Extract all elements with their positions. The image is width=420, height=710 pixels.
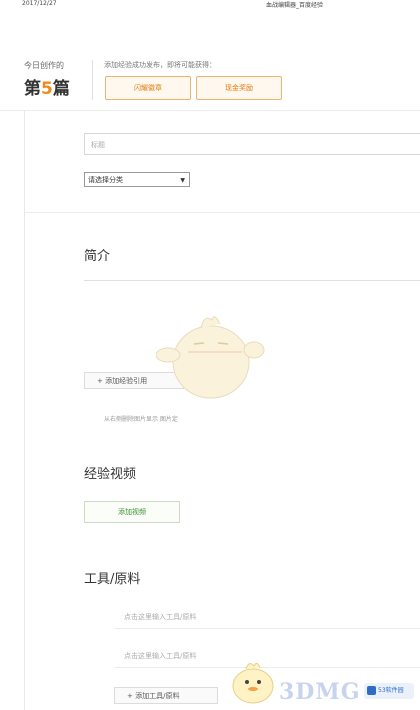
title-input[interactable]: 标题 [84, 133, 420, 155]
reward-cash-button[interactable]: 现金奖励 [196, 76, 282, 100]
category-selected: 请选择分类 [88, 176, 123, 184]
count-number: 5 [41, 79, 53, 99]
reward-badge-button[interactable]: 闪耀徽章 [105, 76, 191, 100]
tool-input-1[interactable]: 点击这里输入工具/原料 [114, 605, 420, 629]
reward-tip: 添加经验成功发布，即将可能获得： [104, 61, 216, 69]
intro-editor-border [84, 280, 420, 281]
date-label: 2017/12/27 [22, 0, 57, 7]
mascot-icon [232, 662, 274, 704]
count-prefix: 第 [24, 79, 41, 99]
watermark-3dmg: 3DMG [279, 679, 361, 705]
divider [0, 110, 420, 111]
image-hint: 从右侧删除图片显示 图片定 [104, 416, 178, 423]
count-suffix: 篇 [52, 79, 70, 99]
video-heading: 经验视频 [84, 467, 137, 482]
tools-heading: 工具/原料 [84, 572, 141, 587]
today-label: 今日创作的 [24, 61, 64, 70]
chevron-down-icon: ▼ [180, 177, 185, 184]
watermark-logo-text: 53软件园 [378, 687, 404, 694]
divider [24, 212, 420, 213]
category-select[interactable]: 请选择分类 ▼ [84, 172, 190, 187]
divider [24, 110, 25, 710]
add-tool-button[interactable]: + 添加工具/原料 [114, 687, 218, 704]
intro-heading: 简介 [84, 249, 111, 264]
page-tab-title: 血战编辑器_百度经验 [266, 2, 324, 9]
mascot-icon [156, 316, 265, 399]
divider [92, 60, 93, 100]
today-count: 第5篇 [24, 74, 70, 99]
logo-icon [367, 686, 376, 695]
watermark-logo: 53软件园 [364, 683, 414, 699]
add-video-button[interactable]: 添加视频 [84, 501, 180, 523]
